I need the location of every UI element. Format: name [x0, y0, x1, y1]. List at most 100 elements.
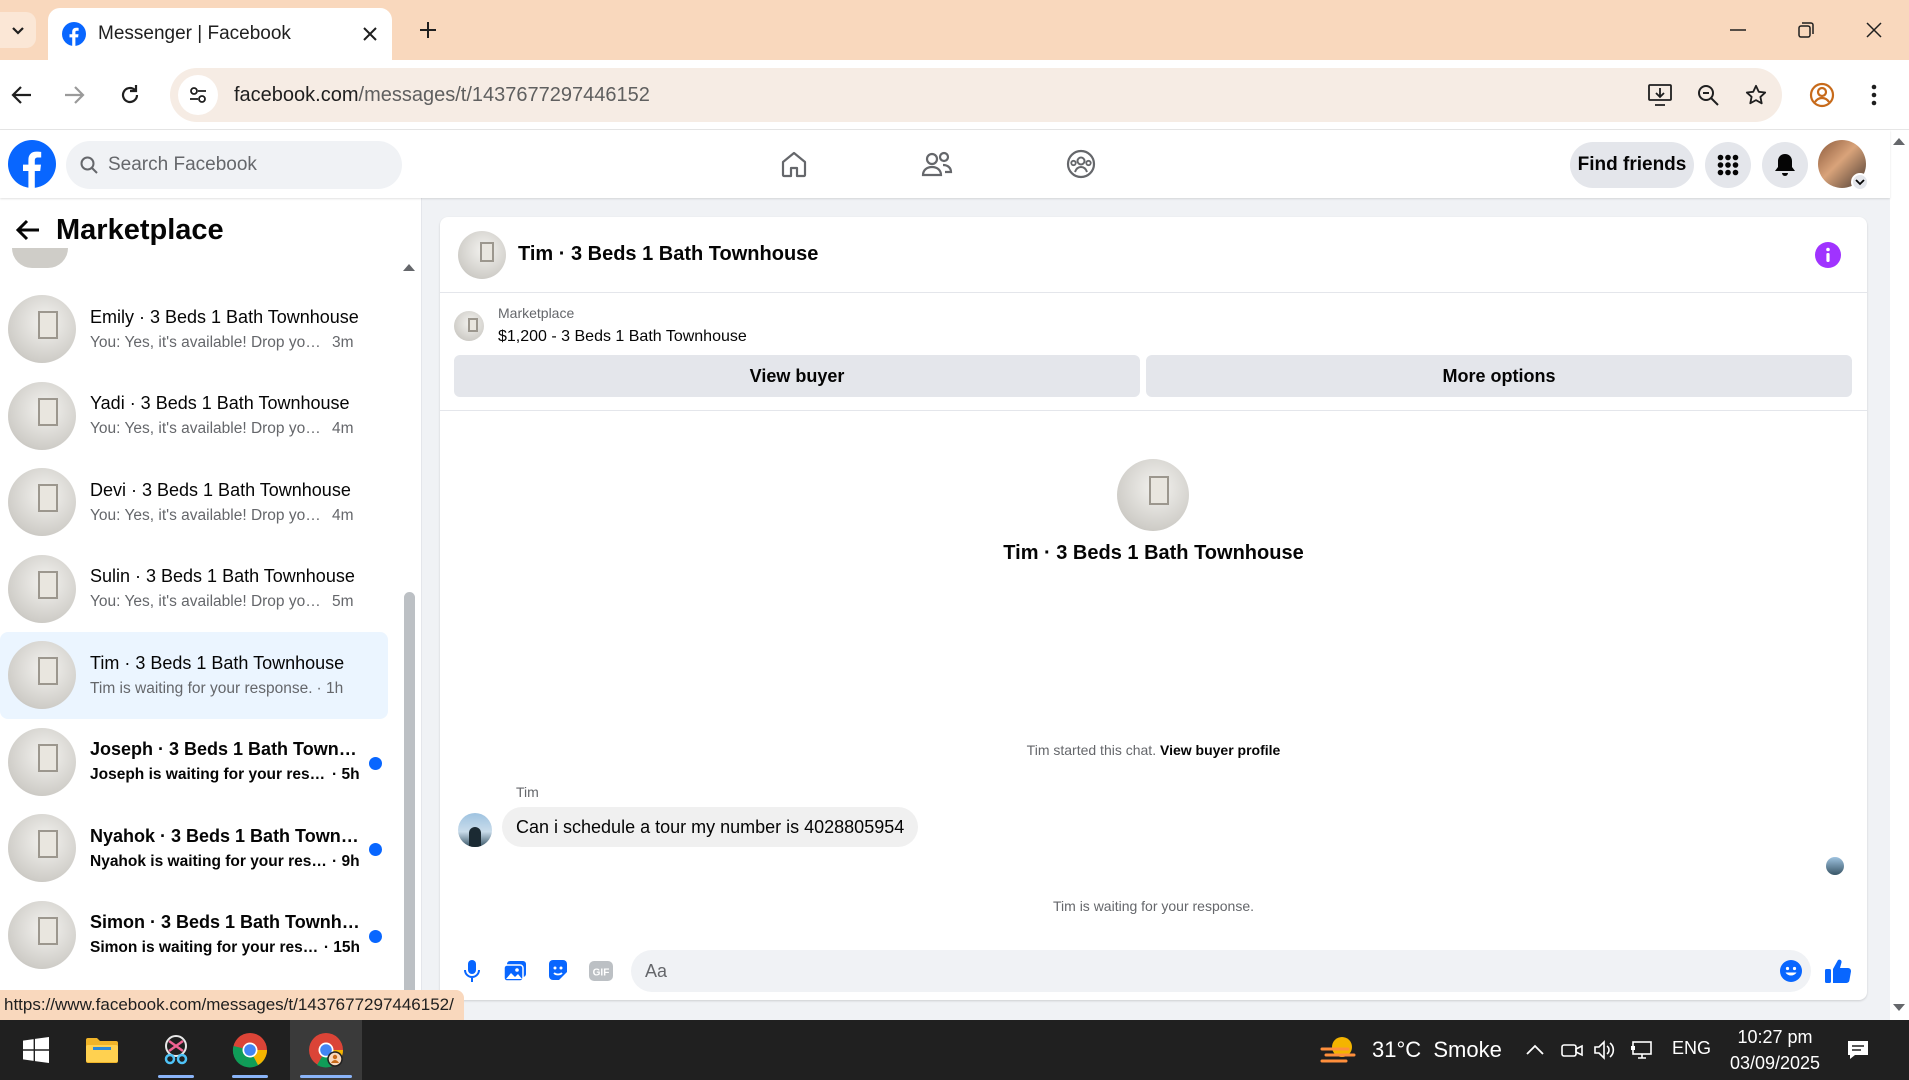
conversation-time: 4m: [332, 506, 354, 524]
browser-menu-button[interactable]: [1852, 73, 1896, 117]
taskbar-file-explorer[interactable]: [66, 1020, 138, 1080]
sender-name: Tim: [516, 784, 539, 800]
conversation-preview: Simon is waiting for your resp...: [90, 939, 320, 957]
site-settings-icon[interactable]: [178, 75, 218, 115]
conversation-item-active[interactable]: Tim · 3 Beds 1 Bath Townhouse Tim is wai…: [0, 632, 388, 719]
nav-home[interactable]: [772, 142, 816, 186]
language-indicator[interactable]: ENG: [1672, 1038, 1711, 1059]
unread-dot: [369, 843, 382, 856]
arrow-left-icon: [11, 86, 31, 104]
conversation-item[interactable]: Emily · 3 Beds 1 Bath Townhouse You: Yes…: [0, 286, 388, 373]
conversation-name: Emily · 3 Beds 1 Bath Townhouse: [90, 306, 359, 327]
sidebar-scrollbar[interactable]: [404, 592, 415, 1012]
conversation-item[interactable]: Devi · 3 Beds 1 Bath Townhouse You: Yes,…: [0, 459, 388, 546]
conversation-item-unread[interactable]: Joseph · 3 Beds 1 Bath Townh... Joseph i…: [0, 719, 388, 806]
unread-dot: [369, 929, 382, 943]
photo-icon[interactable]: [495, 951, 535, 991]
bell-icon: [1775, 154, 1795, 176]
microphone-icon[interactable]: [452, 951, 492, 991]
conversation-item[interactable]: Yadi · 3 Beds 1 Bath Townhouse You: Yes,…: [0, 373, 388, 460]
notifications-button[interactable]: [1762, 142, 1808, 188]
facebook-favicon-icon: [62, 22, 86, 46]
more-vertical-icon: [1871, 84, 1877, 106]
intro-title: Tim · 3 Beds 1 Bath Townhouse: [1003, 542, 1304, 564]
address-bar[interactable]: facebook.com/messages/t/1437677297446152: [170, 68, 1782, 122]
search-icon: [80, 156, 98, 174]
find-friends-button[interactable]: Find friends: [1570, 142, 1694, 188]
taskbar-chrome[interactable]: [214, 1020, 286, 1080]
close-tab-icon[interactable]: [352, 16, 388, 52]
restore-window-button[interactable]: [1778, 8, 1834, 52]
running-indicator: [158, 1075, 194, 1078]
clock[interactable]: 10:27 pm 03/09/2025: [1720, 1024, 1830, 1076]
facebook-header: Search Facebook Find friends: [0, 130, 1890, 198]
chat-title[interactable]: Tim · 3 Beds 1 Bath Townhouse: [518, 243, 1815, 266]
info-icon[interactable]: [1815, 241, 1841, 268]
minimize-window-button[interactable]: [1710, 8, 1766, 52]
weather-widget[interactable]: 31°C Smoke: [1320, 1020, 1502, 1080]
page-scroll-down-icon[interactable]: [1892, 1003, 1906, 1013]
message-input[interactable]: Aa: [631, 950, 1811, 992]
listing-category: Marketplace: [498, 305, 575, 321]
view-buyer-button[interactable]: View buyer: [454, 355, 1140, 397]
view-buyer-profile-link[interactable]: View buyer profile: [1160, 742, 1280, 758]
thumbs-up-icon[interactable]: [1821, 954, 1855, 988]
menu-button[interactable]: [1705, 142, 1751, 188]
taskbar-chrome-profile-active[interactable]: [290, 1020, 362, 1080]
back-button[interactable]: [0, 73, 44, 117]
chat-listing-thumbnail[interactable]: [458, 230, 506, 279]
close-window-button[interactable]: [1846, 8, 1902, 52]
bookmark-star-icon[interactable]: [1734, 73, 1778, 117]
back-arrow-icon[interactable]: [8, 210, 48, 250]
taskbar-snipping-tool[interactable]: [140, 1020, 212, 1080]
arrow-right-icon: [65, 86, 85, 104]
start-button[interactable]: [0, 1020, 72, 1080]
more-options-button[interactable]: More options: [1146, 355, 1852, 397]
listing-price-title[interactable]: $1,200 - 3 Beds 1 Bath Townhouse: [498, 328, 747, 346]
notifications-center-icon[interactable]: [1846, 1038, 1870, 1062]
conversation-list: Emily · 3 Beds 1 Bath Townhouse You: Yes…: [0, 286, 400, 978]
conversation-time: · 1h: [316, 679, 344, 697]
zoom-icon[interactable]: [1686, 73, 1730, 117]
forward-button[interactable]: [52, 73, 96, 117]
conversation-item-unread[interactable]: Nyahok · 3 Beds 1 Bath Townh... Nyahok i…: [0, 805, 388, 892]
nav-friends[interactable]: [915, 142, 959, 186]
weather-text: 31°C Smoke: [1372, 1037, 1502, 1062]
clock-date: 03/09/2025: [1729, 1053, 1821, 1073]
conversation-name: Nyahok · 3 Beds 1 Bath Townh...: [90, 825, 360, 846]
new-tab-button[interactable]: [410, 12, 446, 48]
account-avatar[interactable]: [1818, 140, 1869, 191]
conversation-item[interactable]: Sulin · 3 Beds 1 Bath Townhouse You: Yes…: [0, 546, 388, 633]
emoji-icon[interactable]: [1779, 959, 1803, 983]
conversation-name: Sulin · 3 Beds 1 Bath Townhouse: [90, 566, 355, 587]
scroll-up-arrow-icon[interactable]: [402, 260, 416, 274]
conversation-item-unread[interactable]: Simon · 3 Beds 1 Bath Townho... Simon is…: [0, 892, 388, 979]
chevron-up-icon[interactable]: [1523, 1038, 1547, 1062]
conversation-time: 4m: [332, 420, 354, 438]
nav-groups[interactable]: [1059, 142, 1103, 186]
page-scroll-up-icon[interactable]: [1892, 136, 1906, 146]
volume-icon[interactable]: [1592, 1038, 1616, 1062]
install-app-icon[interactable]: [1638, 73, 1682, 117]
sender-avatar[interactable]: [458, 813, 492, 847]
search-placeholder: Search Facebook: [108, 154, 257, 175]
home-icon: [781, 151, 807, 178]
gif-icon[interactable]: GIF: [581, 951, 621, 991]
conversation-preview: You: Yes, it's available! Drop your ...: [90, 593, 328, 611]
facebook-logo-icon[interactable]: [8, 140, 56, 188]
chevron-down-icon: [1851, 173, 1869, 191]
listing-thumbnail: [8, 468, 76, 537]
sticker-icon[interactable]: [538, 951, 578, 991]
message-input-placeholder: Aa: [645, 960, 668, 981]
browser-tab-messenger[interactable]: Messenger | Facebook: [48, 8, 392, 60]
facebook-search-input[interactable]: Search Facebook: [66, 141, 402, 189]
conversation-preview: Nyahok is waiting for your resp...: [90, 852, 328, 870]
listing-thumbnail: [8, 381, 76, 450]
tab-search-button[interactable]: [0, 12, 36, 48]
network-icon[interactable]: [1630, 1038, 1654, 1062]
reload-button[interactable]: [108, 73, 152, 117]
listing-thumbnail: [8, 814, 76, 883]
camera-in-use-icon[interactable]: [1560, 1038, 1584, 1062]
message-bubble[interactable]: Can i schedule a tour my number is 40288…: [502, 807, 919, 847]
profile-button[interactable]: [1800, 73, 1844, 117]
